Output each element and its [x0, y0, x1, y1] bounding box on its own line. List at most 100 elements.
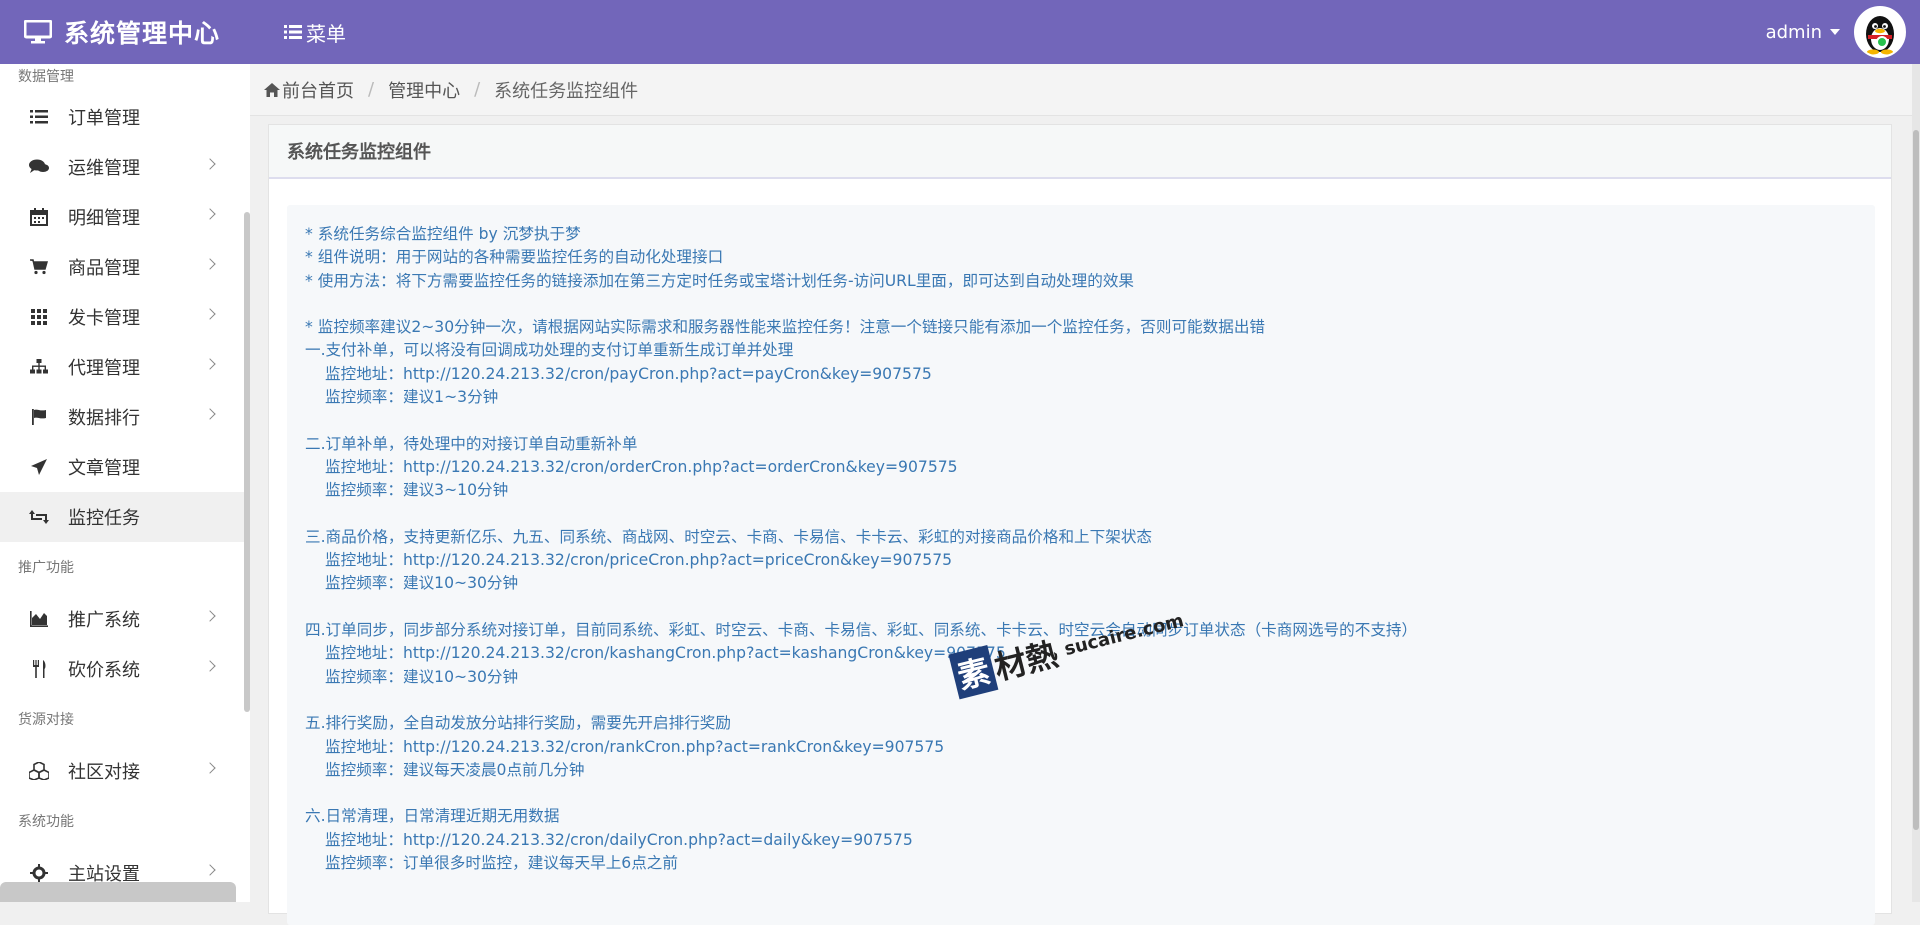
breadcrumb-center-link[interactable]: 管理中心	[388, 77, 460, 103]
sidebar-item-agents[interactable]: 代理管理	[0, 342, 250, 392]
monitor-frequency-line: 监控频率：建议3~10分钟	[325, 481, 509, 500]
page-scrollbar[interactable]	[1912, 64, 1920, 902]
monitor-frequency-line: 监控频率：建议10~30分钟	[325, 667, 519, 686]
chevron-right-icon	[204, 208, 216, 220]
monitor-url-line: 监控地址：http://120.24.213.32/cron/orderCron…	[325, 457, 958, 476]
breadcrumb-home-link[interactable]: 前台首页	[282, 77, 354, 103]
breadcrumb-current: 系统任务监控组件	[494, 80, 639, 102]
text-line: * 使用方法：将下方需要监控任务的链接添加在第三方定时任务或宝塔计划任务-访问U…	[305, 271, 1135, 290]
monitor-frequency-line: 监控频率：订单很多时监控，建议每天早上6点之前	[325, 854, 678, 873]
list-icon	[284, 25, 302, 39]
breadcrumb-separator: /	[368, 79, 375, 100]
page-scrollbar-thumb[interactable]	[1913, 130, 1919, 830]
sidebar-item-ops[interactable]: 运维管理	[0, 142, 250, 192]
monitor-frequency-line: 监控频率：建议10~30分钟	[325, 574, 519, 593]
comments-icon	[28, 156, 50, 178]
sidebar-item-label: 运维管理	[68, 158, 140, 179]
list-icon	[28, 106, 50, 128]
sidebar-item-promotion-system[interactable]: 推广系统	[0, 594, 250, 644]
chevron-right-icon	[204, 408, 216, 420]
retweet-icon	[28, 506, 50, 528]
calendar-icon	[28, 206, 50, 228]
sidebar-item-monitor-tasks[interactable]: 监控任务	[0, 492, 250, 542]
sidebar-item-products[interactable]: 商品管理	[0, 242, 250, 292]
sidebar-item-label: 发卡管理	[68, 308, 140, 329]
monitor-instructions: * 系统任务综合监控组件 by 沉梦执于梦 * 组件说明：用于网站的各种需要监控…	[287, 205, 1875, 925]
avatar[interactable]	[1854, 6, 1906, 58]
chevron-right-icon	[204, 308, 216, 320]
sidebar-item-label: 文章管理	[68, 458, 140, 479]
menu-toggle-button[interactable]: 菜单	[284, 18, 346, 47]
cutlery-icon	[28, 658, 50, 680]
sitemap-icon	[28, 356, 50, 378]
flag-icon	[28, 406, 50, 428]
sidebar-section-source: 货源对接	[18, 712, 74, 728]
area-chart-icon	[28, 608, 50, 630]
brand[interactable]: 系统管理中心	[0, 14, 250, 50]
penguin-avatar-icon	[1866, 16, 1894, 55]
sidebar-item-orders[interactable]: 订单管理	[0, 92, 250, 142]
sidebar-section-data: 数据管理	[18, 69, 74, 85]
chevron-right-icon	[204, 358, 216, 370]
text-line: 五.排行奖励，全自动发放分站排行奖励，需要先开启排行奖励	[305, 714, 731, 733]
monitor-panel: 系统任务监控组件 * 系统任务综合监控组件 by 沉梦执于梦 * 组件说明：用于…	[268, 124, 1892, 925]
desktop-icon	[24, 20, 52, 44]
sidebar-section-system: 系统功能	[18, 814, 74, 830]
monitor-frequency-line: 监控频率：建议1~3分钟	[325, 388, 499, 407]
sidebar-item-bargain-system[interactable]: 砍价系统	[0, 644, 250, 694]
sidebar-item-articles[interactable]: 文章管理	[0, 442, 250, 492]
sidebar-item-label: 砍价系统	[68, 660, 140, 681]
breadcrumb-separator: /	[474, 79, 481, 100]
home-icon	[264, 82, 280, 97]
monitor-url-line: 监控地址：http://120.24.213.32/cron/rankCron.…	[325, 737, 945, 756]
chevron-right-icon	[204, 258, 216, 270]
grid-icon	[28, 306, 50, 328]
user-area: admin	[1766, 6, 1906, 58]
cart-icon	[28, 256, 50, 278]
chevron-right-icon	[204, 864, 216, 876]
sidebar-item-label: 订单管理	[68, 108, 140, 129]
monitor-url-line: 监控地址：http://120.24.213.32/cron/payCron.p…	[325, 364, 932, 383]
sidebar-item-label: 代理管理	[68, 358, 140, 379]
top-navbar: 系统管理中心 菜单 admin	[0, 0, 1920, 64]
text-line: * 监控频率建议2~30分钟一次，请根据网站实际需求和服务器性能来监控任务！注意…	[305, 318, 1266, 337]
gear-icon	[28, 862, 50, 884]
chevron-right-icon	[204, 762, 216, 774]
sidebar-horizontal-scrollbar[interactable]	[0, 882, 236, 902]
caret-down-icon	[1830, 29, 1840, 35]
text-line: * 组件说明：用于网站的各种需要监控任务的自动化处理接口	[305, 248, 724, 267]
text-line: * 系统任务综合监控组件 by 沉梦执于梦	[305, 225, 581, 243]
sidebar-item-label: 数据排行	[68, 408, 140, 429]
chevron-right-icon	[204, 158, 216, 170]
user-dropdown[interactable]: admin	[1766, 22, 1840, 43]
sidebar-section-promotion: 推广功能	[18, 560, 74, 576]
main-content: 前台首页 / 管理中心 / 系统任务监控组件 系统任务监控组件 * 系统任务综合…	[250, 64, 1920, 925]
breadcrumb: 前台首页 / 管理中心 / 系统任务监控组件	[250, 64, 1920, 116]
sidebar-item-label: 社区对接	[68, 762, 140, 783]
monitor-url-line: 监控地址：http://120.24.213.32/cron/dailyCron…	[325, 830, 913, 849]
text-line: 一.支付补单，可以将没有回调成功处理的支付订单重新生成订单并处理	[305, 341, 794, 360]
text-line: 三.商品价格，支持更新亿乐、九五、同系统、商战网、时空云、卡商、卡易信、卡卡云、…	[305, 527, 1153, 546]
online-status-dot	[1876, 36, 1888, 48]
paper-plane-icon	[28, 456, 50, 478]
panel-title: 系统任务监控组件	[269, 125, 1891, 179]
sidebar-item-cards[interactable]: 发卡管理	[0, 292, 250, 342]
cubes-icon	[28, 760, 50, 782]
brand-title: 系统管理中心	[64, 19, 221, 48]
text-line: 六.日常清理，日常清理近期无用数据	[305, 807, 560, 826]
user-name: admin	[1765, 21, 1822, 43]
sidebar-item-label: 商品管理	[68, 258, 140, 279]
sidebar-item-details[interactable]: 明细管理	[0, 192, 250, 242]
sidebar-item-label: 监控任务	[68, 508, 140, 529]
monitor-url-line: 监控地址：http://120.24.213.32/cron/priceCron…	[325, 551, 953, 570]
sidebar-item-ranking[interactable]: 数据排行	[0, 392, 250, 442]
sidebar-item-label: 明细管理	[68, 208, 140, 229]
chevron-right-icon	[204, 610, 216, 622]
sidebar-item-community[interactable]: 社区对接	[0, 746, 250, 796]
